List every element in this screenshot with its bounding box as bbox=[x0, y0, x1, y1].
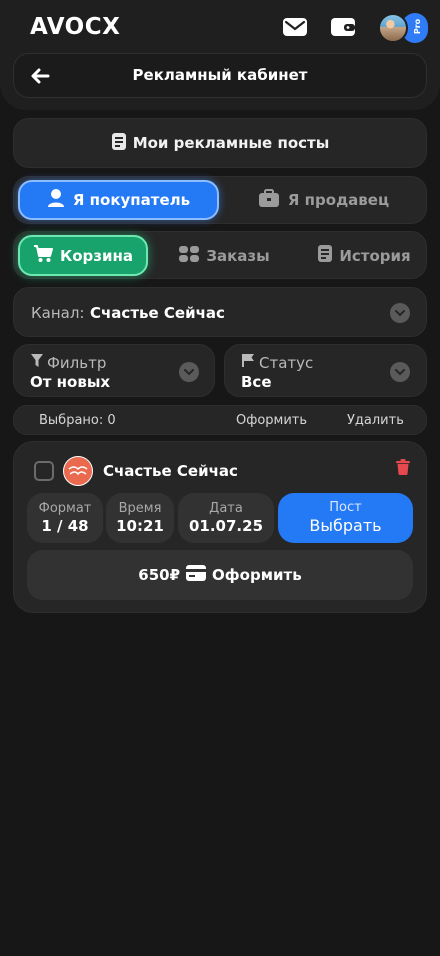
title-bar: Рекламный кабинет bbox=[13, 53, 427, 98]
tab-orders[interactable]: Заказы bbox=[164, 235, 284, 276]
tab-history[interactable]: История bbox=[304, 235, 424, 276]
seller-role-button[interactable]: Я продавец bbox=[223, 180, 424, 220]
cart-icon bbox=[33, 244, 54, 267]
price: 650₽ bbox=[138, 566, 181, 584]
avatar bbox=[378, 13, 408, 43]
bulk-actions-bar: Выбрано: 0 Оформить Удалить bbox=[13, 405, 427, 435]
checkout-label: Оформить bbox=[212, 566, 302, 584]
my-posts-button[interactable]: Мои рекламные посты bbox=[13, 118, 427, 168]
document-icon bbox=[111, 132, 127, 155]
format-label: Формат bbox=[38, 501, 92, 516]
app-header: AVOCX Pro Рекламный кабинет bbox=[0, 0, 440, 110]
status-label: Статус bbox=[259, 353, 314, 372]
time-label: Время bbox=[118, 501, 162, 516]
date-info: Дата 01.07.25 bbox=[178, 493, 274, 543]
order-channel-name: Счастье Сейчас bbox=[103, 462, 238, 480]
channel-select-value: Счастье Сейчас bbox=[90, 304, 225, 322]
bulk-delete-button[interactable]: Удалить bbox=[347, 413, 404, 428]
wallet-icon[interactable] bbox=[330, 16, 356, 38]
tab-orders-label: Заказы bbox=[206, 246, 270, 265]
format-value: 1 / 48 bbox=[41, 517, 89, 535]
chevron-down-icon bbox=[390, 362, 410, 382]
seller-role-label: Я продавец bbox=[287, 191, 390, 209]
trash-icon[interactable] bbox=[396, 459, 410, 475]
user-icon bbox=[47, 188, 65, 212]
funnel-icon bbox=[30, 353, 44, 372]
card-icon bbox=[186, 565, 207, 585]
filter-label: Фильтр bbox=[47, 353, 107, 372]
status-select[interactable]: Статус Все bbox=[224, 344, 427, 397]
select-post-button[interactable]: Пост Выбрать bbox=[278, 493, 413, 543]
format-info: Формат 1 / 48 bbox=[27, 493, 103, 543]
orders-icon bbox=[178, 245, 200, 267]
selected-count: Выбрано: 0 bbox=[39, 413, 116, 428]
my-posts-label: Мои рекламные посты bbox=[132, 134, 330, 152]
app-logo[interactable]: AVOCX bbox=[30, 14, 120, 40]
filter-value: От новых bbox=[30, 373, 111, 391]
flag-icon bbox=[241, 353, 256, 372]
briefcase-icon bbox=[258, 188, 280, 212]
checkout-button[interactable]: 650₽ Оформить bbox=[27, 550, 413, 600]
channel-select-label: Канал: bbox=[31, 304, 85, 322]
tab-cart-label: Корзина bbox=[59, 246, 133, 265]
buyer-role-button[interactable]: Я покупатель bbox=[18, 180, 219, 220]
order-checkbox[interactable] bbox=[34, 461, 54, 481]
date-value: 01.07.25 bbox=[188, 517, 264, 535]
cart-tabs: Корзина Заказы История bbox=[13, 231, 427, 279]
document-icon bbox=[317, 244, 333, 267]
page-title: Рекламный кабинет bbox=[132, 66, 308, 84]
chevron-down-icon bbox=[390, 303, 410, 323]
buyer-role-label: Я покупатель bbox=[72, 191, 191, 209]
filter-select[interactable]: Фильтр От новых bbox=[13, 344, 215, 397]
channel-select[interactable]: Канал: Счастье Сейчас bbox=[13, 287, 427, 337]
channel-avatar bbox=[63, 456, 93, 486]
time-info: Время 10:21 bbox=[106, 493, 174, 543]
tab-cart[interactable]: Корзина bbox=[18, 235, 148, 276]
mail-icon[interactable] bbox=[282, 16, 308, 38]
role-switch: Я покупатель Я продавец bbox=[13, 176, 427, 224]
status-value: Все bbox=[241, 373, 272, 391]
bulk-checkout-button[interactable]: Оформить bbox=[236, 413, 307, 428]
order-card: Счастье Сейчас Формат 1 / 48 Время 10:21… bbox=[13, 441, 427, 613]
chevron-down-icon bbox=[179, 362, 199, 382]
time-value: 10:21 bbox=[116, 517, 164, 535]
post-value: Выбрать bbox=[309, 516, 382, 535]
date-label: Дата bbox=[209, 501, 243, 516]
profile-button[interactable]: Pro bbox=[378, 13, 428, 43]
tab-history-label: История bbox=[339, 246, 411, 265]
post-label: Пост bbox=[329, 500, 362, 515]
